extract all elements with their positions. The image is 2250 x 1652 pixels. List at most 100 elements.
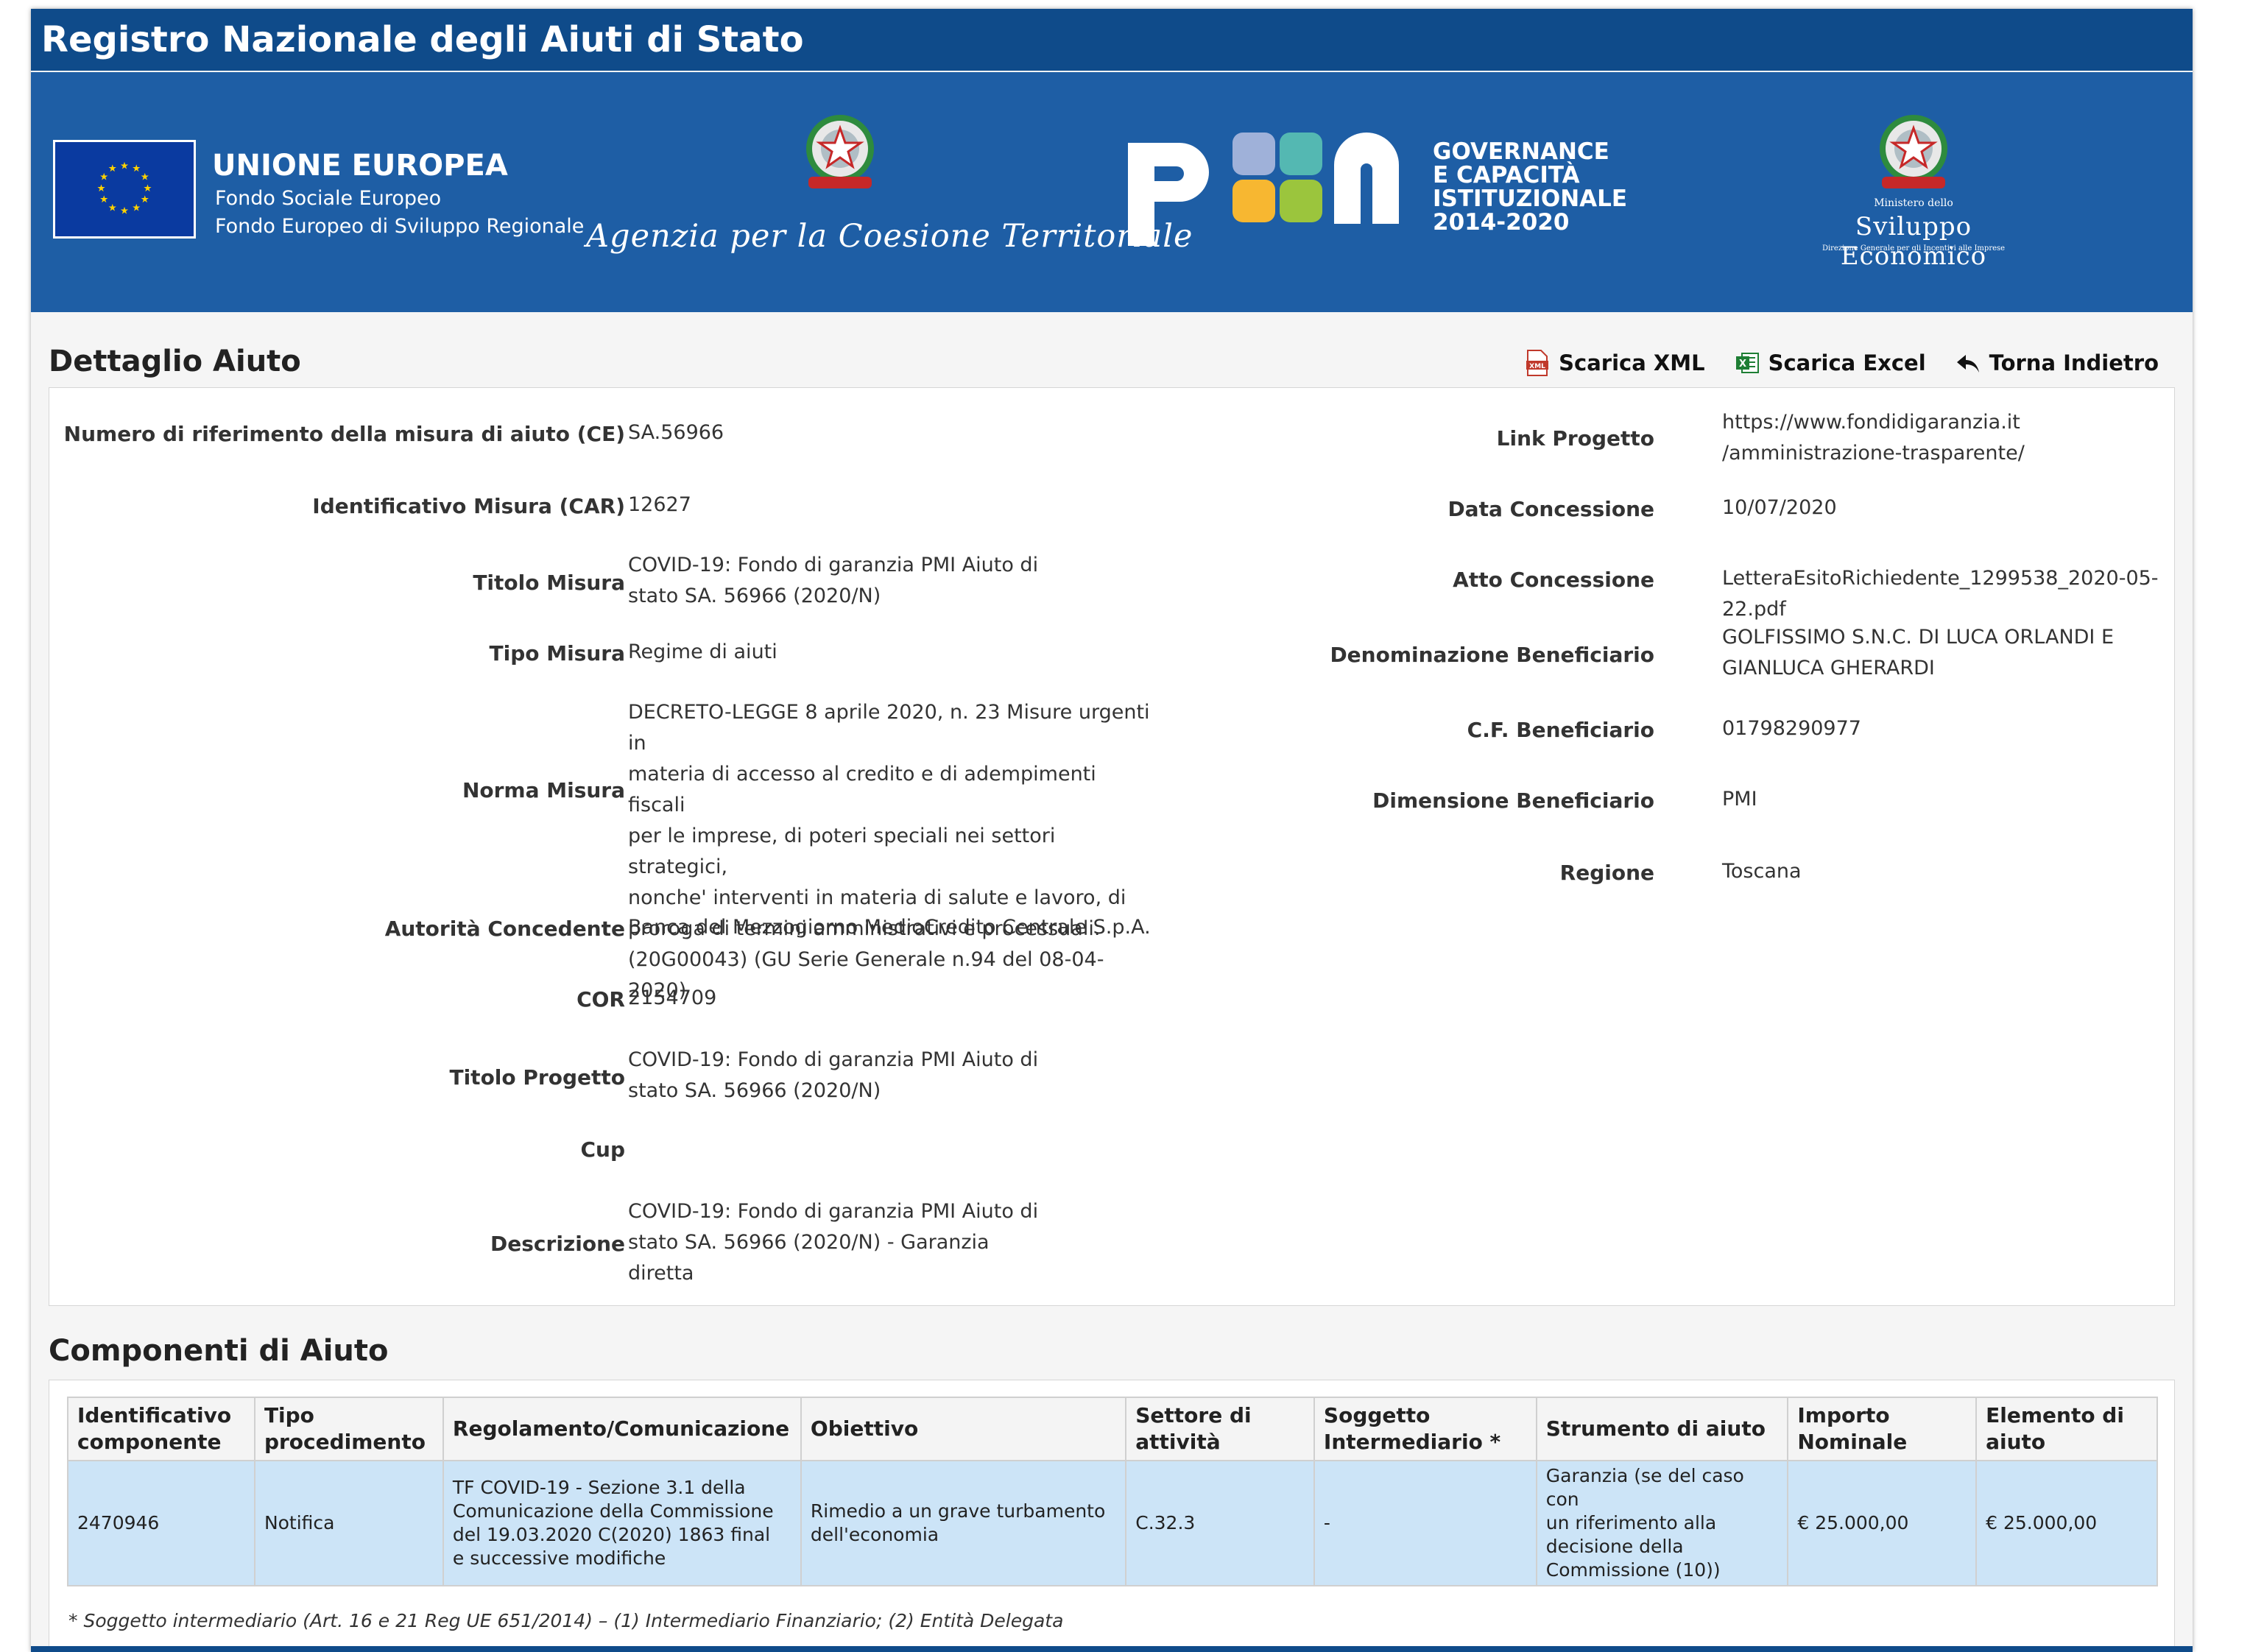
svg-text:X: X: [1739, 359, 1746, 370]
table-cell: € 25.000,00: [1975, 1460, 2158, 1586]
components-section-title: Componenti di Aiuto: [49, 1334, 389, 1368]
pon-line: GOVERNANCE: [1433, 138, 1609, 165]
download-excel-button[interactable]: X Scarica Excel: [1735, 349, 1926, 377]
page-frame: Registro Nazionale degli Aiuti di Stato …: [31, 9, 2193, 1652]
field-value: Banca del Mezzogiorno MedioCredito Centr…: [628, 916, 1151, 939]
eu-fund-line1: Fondo Sociale Europeo: [215, 187, 442, 210]
svg-text:★: ★: [120, 160, 129, 172]
header-banner: ★ ★ ★ ★ ★ ★ ★ ★ ★ ★ ★ ★ UNIONE EUROPEA Fondo Soc…: [31, 72, 2193, 312]
column-header: Tipo procedimento: [253, 1397, 444, 1461]
svg-text:★: ★: [99, 172, 108, 183]
table-cell: Garanzia (se del caso con un riferimento…: [1535, 1460, 1789, 1586]
table-cell: € 25.000,00: [1787, 1460, 1978, 1586]
pon-line: ISTITUZIONALE: [1433, 186, 1628, 212]
field-label: Denominazione Beneficiario: [1330, 643, 1654, 667]
pon-title: GOVERNANCE E CAPACITÀ ISTITUZIONALE 2014…: [1433, 140, 1627, 234]
field-label: Titolo Misura: [473, 571, 625, 595]
field-value: 10/07/2020: [1722, 496, 1837, 519]
detail-toolbar: XML Scarica XML X Scarica Excel Torna In…: [1525, 345, 2159, 381]
field-label: Titolo Progetto: [449, 1065, 625, 1090]
field-value: 01798290977: [1722, 717, 1861, 740]
field-label: Data Concessione: [1447, 497, 1654, 521]
column-header: Elemento di aiuto: [1975, 1397, 2158, 1461]
download-excel-label: Scarica Excel: [1768, 350, 1926, 375]
svg-text:★: ★: [141, 194, 149, 205]
svg-text:★: ★: [108, 163, 117, 174]
pon-line: 2014-2020: [1433, 209, 1570, 236]
column-header: Identificativo componente: [67, 1397, 255, 1461]
svg-text:★: ★: [120, 205, 129, 216]
eu-fund-line2: Fondo Europeo di Sviluppo Regionale: [215, 215, 585, 238]
field-label: Descrizione: [490, 1232, 625, 1256]
column-header: Strumento di aiuto: [1535, 1397, 1789, 1461]
table-header-row: Identificativo componente Tipo procedime…: [67, 1397, 2158, 1461]
italian-emblem-icon: [1880, 115, 1947, 188]
footer-bar: [31, 1646, 2193, 1652]
field-value: GOLFISSIMO S.N.C. DI LUCA ORLANDI E GIAN…: [1722, 626, 2115, 679]
back-arrow-icon: [1956, 355, 1979, 373]
field-value: LetteraEsitoRichiedente_1299538_2020-05-…: [1722, 567, 2159, 621]
field-value: COVID-19: Fondo di garanzia PMI Aiuto di…: [628, 1200, 1039, 1285]
svg-text:★: ★: [99, 194, 108, 205]
field-label: C.F. Beneficiario: [1467, 718, 1654, 742]
field-label: Regione: [1559, 861, 1654, 885]
eu-flag-icon: ★ ★ ★ ★ ★ ★ ★ ★ ★ ★ ★ ★: [53, 140, 196, 239]
svg-text:★: ★: [144, 183, 152, 194]
field-label: Tipo Misura: [489, 641, 626, 666]
table-cell: Notifica: [253, 1460, 444, 1586]
field-value: 2154709: [628, 986, 717, 1009]
field-value: PMI: [1722, 788, 1757, 811]
column-header: Soggetto Intermediario *: [1313, 1397, 1537, 1461]
mise-ministry-label: Ministero dello: [1874, 197, 1953, 209]
field-label: Numero di riferimento della misura di ai…: [63, 422, 625, 446]
field-label: COR: [576, 987, 625, 1012]
svg-text:★: ★: [96, 183, 105, 194]
field-label: Identificativo Misura (CAR): [312, 494, 625, 518]
table-cell: TF COVID-19 - Sezione 3.1 della Comunica…: [442, 1460, 802, 1586]
table-row[interactable]: 2470946 Notifica TF COVID-19 - Sezione 3…: [67, 1460, 2158, 1586]
back-label: Torna Indietro: [1989, 350, 2159, 375]
project-link[interactable]: https://www.fondidigaranzia.it /amminist…: [1722, 407, 2193, 469]
field-value: DECRETO-LEGGE 8 aprile 2020, n. 23 Misur…: [628, 701, 1150, 1002]
field-label: Link Progetto: [1496, 426, 1654, 451]
detail-section-title: Dettaglio Aiuto: [49, 345, 301, 378]
mise-subtitle: Direzione Generale per gli Incentivi all…: [1821, 244, 2006, 253]
field-label: Atto Concessione: [1453, 568, 1654, 592]
field-value: Regime di aiuti: [628, 640, 777, 663]
mise-logo-text: Sviluppo Economico: [1840, 212, 1987, 271]
table-cell: -: [1313, 1460, 1537, 1586]
components-panel: Identificativo componente Tipo procedime…: [49, 1380, 2175, 1651]
pon-line: E CAPACITÀ: [1433, 162, 1580, 188]
back-button[interactable]: Torna Indietro: [1955, 349, 2159, 377]
svg-text:★: ★: [132, 163, 141, 174]
italian-emblem-icon: [806, 115, 874, 188]
agency-logo-text: Agenzia per la Coesione Territoriale: [586, 218, 1193, 255]
field-value: SA.56966: [628, 421, 724, 444]
download-xml-label: Scarica XML: [1559, 350, 1705, 375]
excel-file-icon: X: [1735, 353, 1759, 373]
column-header: Regolamento/Comunicazione: [442, 1397, 802, 1461]
detail-panel: Numero di riferimento della misura di ai…: [49, 387, 2175, 1306]
eu-title: UNIONE EUROPEA: [212, 149, 508, 183]
field-label: Dimensione Beneficiario: [1372, 788, 1654, 813]
field-value: Toscana: [1722, 860, 1802, 883]
table-cell: C.32.3: [1125, 1460, 1315, 1586]
intermediary-footnote: * Soggetto intermediario (Art. 16 e 21 R…: [68, 1610, 1064, 1631]
svg-text:★: ★: [108, 203, 117, 214]
column-header: Settore di attività: [1125, 1397, 1315, 1461]
xml-file-icon: XML: [1526, 350, 1549, 376]
field-value: 12627: [628, 493, 691, 516]
field-value: COVID-19: Fondo di garanzia PMI Aiuto di…: [628, 554, 1039, 607]
field-value: COVID-19: Fondo di garanzia PMI Aiuto di…: [628, 1048, 1039, 1102]
column-header: Obiettivo: [800, 1397, 1127, 1461]
field-label: Norma Misura: [462, 778, 625, 802]
table-cell: Rimedio a un grave turbamento dell'econo…: [800, 1460, 1127, 1586]
svg-text:★: ★: [132, 203, 141, 214]
components-table: Identificativo componente Tipo procedime…: [67, 1397, 2158, 1586]
table-cell: 2470946: [67, 1460, 255, 1586]
download-xml-button[interactable]: XML Scarica XML: [1525, 349, 1705, 377]
field-label: Autorità Concedente: [384, 917, 625, 941]
pon-logo-icon: [1128, 133, 1399, 246]
column-header: Importo Nominale: [1787, 1397, 1978, 1461]
field-label: Cup: [580, 1137, 625, 1162]
